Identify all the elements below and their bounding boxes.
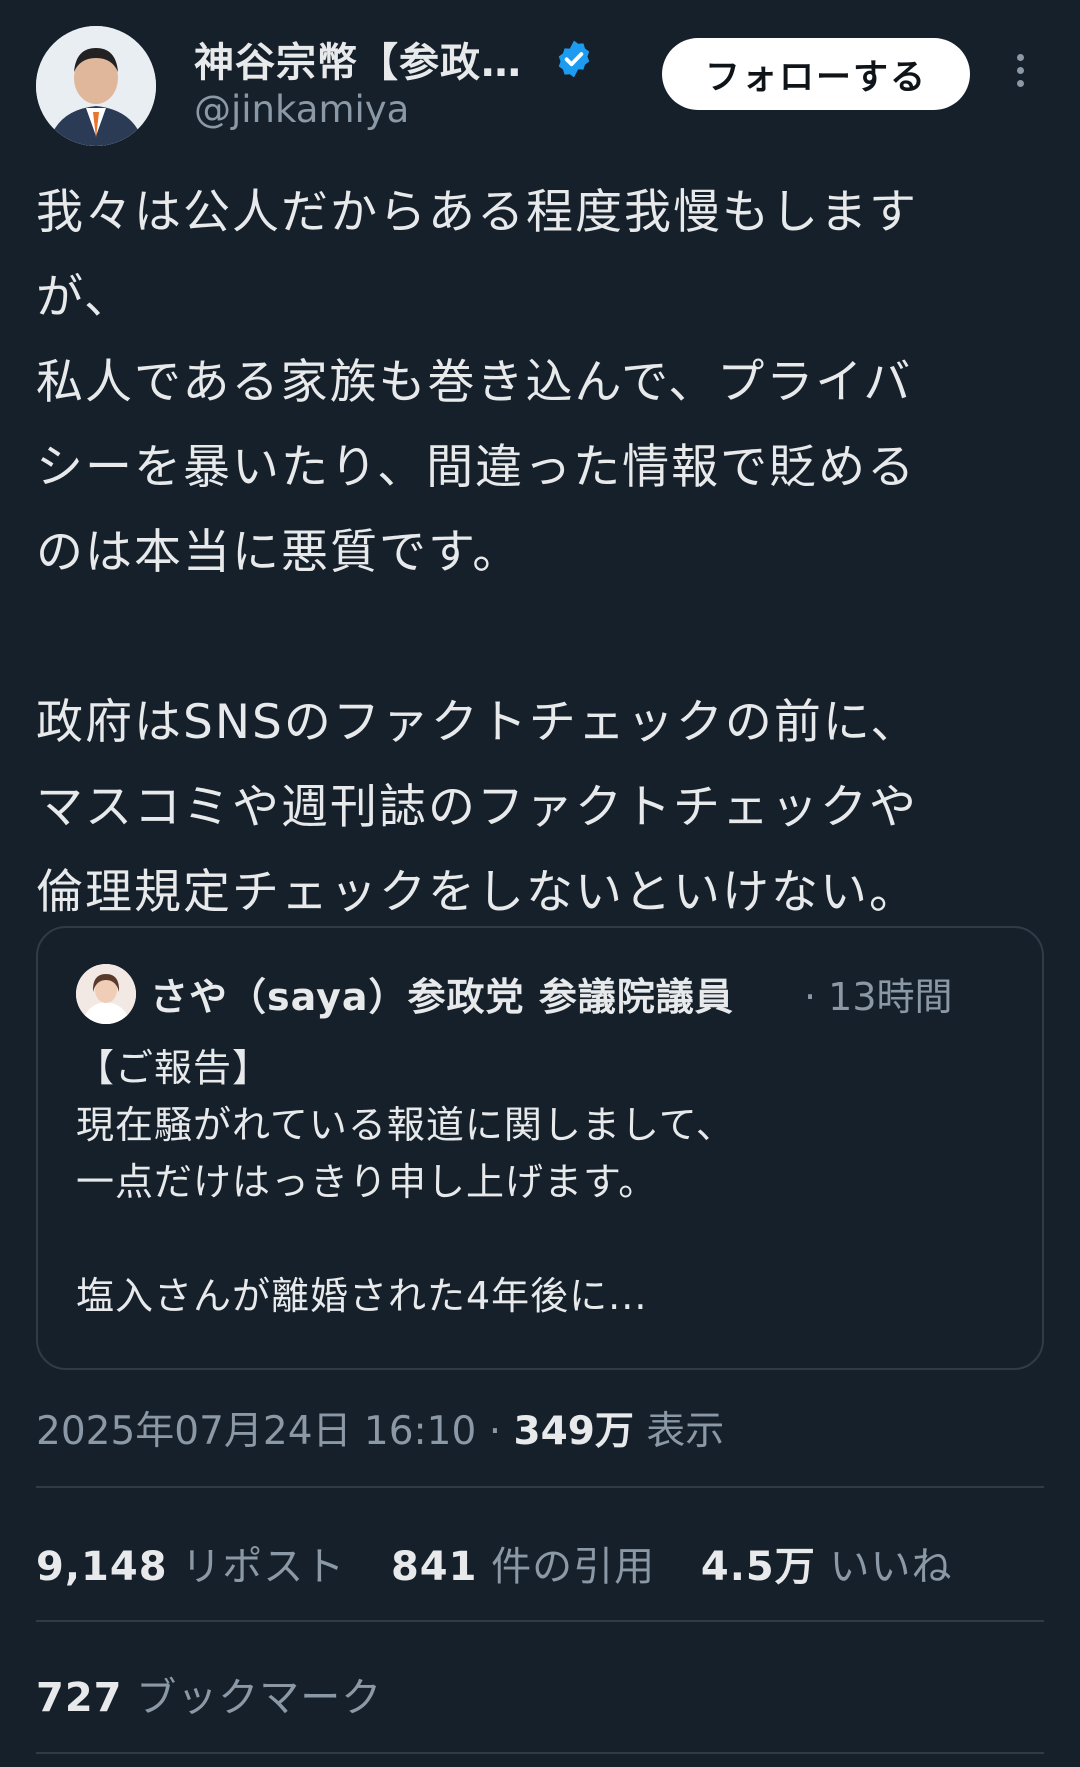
quotes-count: 841	[390, 1544, 478, 1590]
author-avatar[interactable]	[36, 26, 156, 146]
tweet-line: が、	[36, 270, 134, 325]
engagement-stats: 9,148 リポスト 841 件の引用 4.5万 いいね	[36, 1534, 984, 1592]
quote-line: 一点だけはっきり申し上げます。	[76, 1160, 658, 1204]
reposts-stat[interactable]: 9,148 リポスト	[36, 1534, 345, 1592]
quotes-label: 件の引用	[477, 1544, 656, 1590]
divider	[36, 1752, 1044, 1754]
quote-line: 塩入さんが離婚された4年後に...	[76, 1274, 648, 1318]
tweet-line: シーを暴いたり、間違った情報で貶める	[36, 440, 917, 495]
quote-blank-line	[76, 1211, 996, 1268]
quote-line: 現在騒がれている報道に関しまして、	[76, 1103, 735, 1147]
follow-button[interactable]: フォローする	[662, 38, 970, 110]
views-label: 表示	[633, 1409, 725, 1454]
tweet-line: 政府はSNSのファクトチェックの前に、	[36, 695, 920, 750]
author-handle[interactable]: @jinkamiya	[194, 88, 409, 131]
author-name[interactable]: 神谷宗幣【参政…	[194, 30, 522, 88]
tweet-line: マスコミや週刊誌のファクトチェックや	[36, 780, 918, 835]
quoted-author-avatar	[76, 964, 136, 1024]
bookmarks-count: 727	[36, 1675, 123, 1721]
reposts-count: 9,148	[36, 1544, 168, 1590]
tweet-text: 我々は公人だからある程度我慢もします が、 私人である家族も巻き込んで、プライバ…	[36, 170, 1046, 935]
bookmarks-stat[interactable]: 727 ブックマーク	[36, 1665, 382, 1723]
verified-badge-icon	[558, 40, 590, 78]
reposts-label: リポスト	[167, 1544, 346, 1590]
divider	[36, 1486, 1044, 1488]
tweet-line: 私人である家族も巻き込んで、プライバ	[36, 355, 913, 410]
likes-count: 4.5万	[700, 1544, 816, 1590]
bookmarks-label: ブックマーク	[122, 1675, 383, 1721]
quoted-tweet-time: · 13時間	[804, 975, 953, 1019]
tweet-line: のは本当に悪質です。	[36, 525, 522, 580]
likes-label: いいね	[815, 1544, 953, 1590]
quote-line: 【ご報告】	[76, 1046, 272, 1090]
more-options-icon[interactable]	[1008, 50, 1032, 98]
likes-stat[interactable]: 4.5万 いいね	[701, 1534, 953, 1592]
tweet-timestamp[interactable]: 2025年07月24日 16:10 ·	[36, 1409, 513, 1454]
quoted-tweet-card[interactable]: さや（saya）参政党 参議院議員 · 13時間 【ご報告】 現在騒がれている報…	[36, 926, 1044, 1370]
tweet-meta: 2025年07月24日 16:10 · 349万 表示	[36, 1400, 724, 1456]
quotes-stat[interactable]: 841 件の引用	[391, 1534, 655, 1592]
tweet-line: 我々は公人だからある程度我慢もします	[36, 185, 918, 240]
tweet-blank-line	[36, 595, 1046, 680]
divider	[36, 1620, 1044, 1622]
tweet-line: 倫理規定チェックをしないといけない。	[36, 865, 918, 920]
quoted-author-name: さや（saya）参政党 参議院議員	[150, 975, 734, 1019]
quoted-tweet-text: 【ご報告】 現在騒がれている報道に関しまして、 一点だけはっきり申し上げます。 …	[76, 1040, 996, 1325]
views-count: 349万	[513, 1409, 634, 1454]
